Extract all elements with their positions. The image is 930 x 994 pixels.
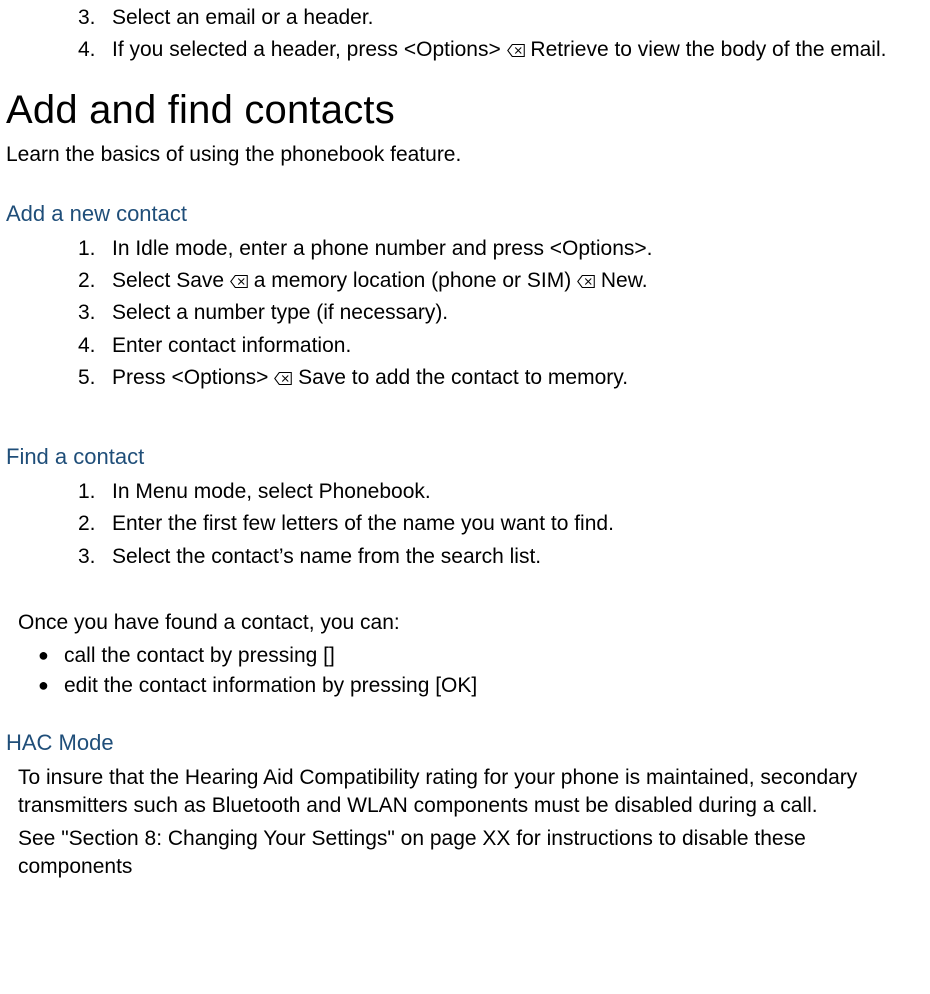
document-page: 3.Select an email or a header.4.If you s…: [0, 4, 930, 915]
list-item-text: If you selected a header, press <Options…: [112, 36, 912, 64]
list-item: 2.Enter the first few letters of the nam…: [78, 510, 912, 538]
list-item-number: 3.: [78, 299, 106, 327]
list-item-number: 3.: [78, 543, 106, 571]
backspace-icon: [230, 274, 248, 289]
found-contact-actions: call the contact by pressing []edit the …: [18, 642, 912, 701]
list-item-number: 4.: [78, 36, 106, 64]
bullet-item: call the contact by pressing []: [38, 642, 912, 670]
list-item-text: Enter contact information.: [112, 332, 912, 360]
list-item: 2.Select Save a memory location (phone o…: [78, 267, 912, 295]
add-contact-steps: 1.In Idle mode, enter a phone number and…: [18, 235, 912, 393]
list-item-number: 5.: [78, 364, 106, 392]
subheading-add-new-contact: Add a new contact: [6, 199, 912, 229]
backspace-icon: [274, 371, 292, 386]
bullet-item: edit the contact information by pressing…: [38, 672, 912, 700]
list-item: 3.Select the contact’s name from the sea…: [78, 543, 912, 571]
list-item: 3.Select a number type (if necessary).: [78, 299, 912, 327]
find-contact-steps: 1.In Menu mode, select Phonebook.2.Enter…: [18, 478, 912, 571]
subheading-hac-mode: HAC Mode: [6, 728, 912, 758]
hac-paragraph-2: See "Section 8: Changing Your Settings" …: [18, 825, 912, 882]
list-item-text: In Idle mode, enter a phone number and p…: [112, 235, 912, 263]
list-item-text: Press <Options> Save to add the contact …: [112, 364, 912, 392]
list-item-number: 4.: [78, 332, 106, 360]
list-item: 1.In Idle mode, enter a phone number and…: [78, 235, 912, 263]
list-item: 4.If you selected a header, press <Optio…: [78, 36, 912, 64]
lead-paragraph: Learn the basics of using the phonebook …: [6, 141, 912, 169]
list-item: 4.Enter contact information.: [78, 332, 912, 360]
subheading-find-contact: Find a contact: [6, 442, 912, 472]
list-item-number: 3.: [78, 4, 106, 32]
list-item-text: Select an email or a header.: [112, 4, 912, 32]
hac-paragraph-1: To insure that the Hearing Aid Compatibi…: [18, 764, 912, 821]
list-item-number: 1.: [78, 235, 106, 263]
list-item-number: 1.: [78, 478, 106, 506]
list-item-text: Select the contact’s name from the searc…: [112, 543, 912, 571]
list-item-text: In Menu mode, select Phonebook.: [112, 478, 912, 506]
found-contact-intro: Once you have found a contact, you can:: [18, 609, 912, 637]
backspace-icon: [507, 43, 525, 58]
heading-add-find-contacts: Add and find contacts: [6, 83, 912, 137]
list-item: 1.In Menu mode, select Phonebook.: [78, 478, 912, 506]
list-item-text: Enter the first few letters of the name …: [112, 510, 912, 538]
backspace-icon: [577, 274, 595, 289]
list-item-text: Select a number type (if necessary).: [112, 299, 912, 327]
list-item-number: 2.: [78, 510, 106, 538]
list-item: 3.Select an email or a header.: [78, 4, 912, 32]
list-item-text: Select Save a memory location (phone or …: [112, 267, 912, 295]
continued-ordered-list: 3.Select an email or a header.4.If you s…: [18, 4, 912, 65]
list-item-number: 2.: [78, 267, 106, 295]
list-item: 5.Press <Options> Save to add the contac…: [78, 364, 912, 392]
